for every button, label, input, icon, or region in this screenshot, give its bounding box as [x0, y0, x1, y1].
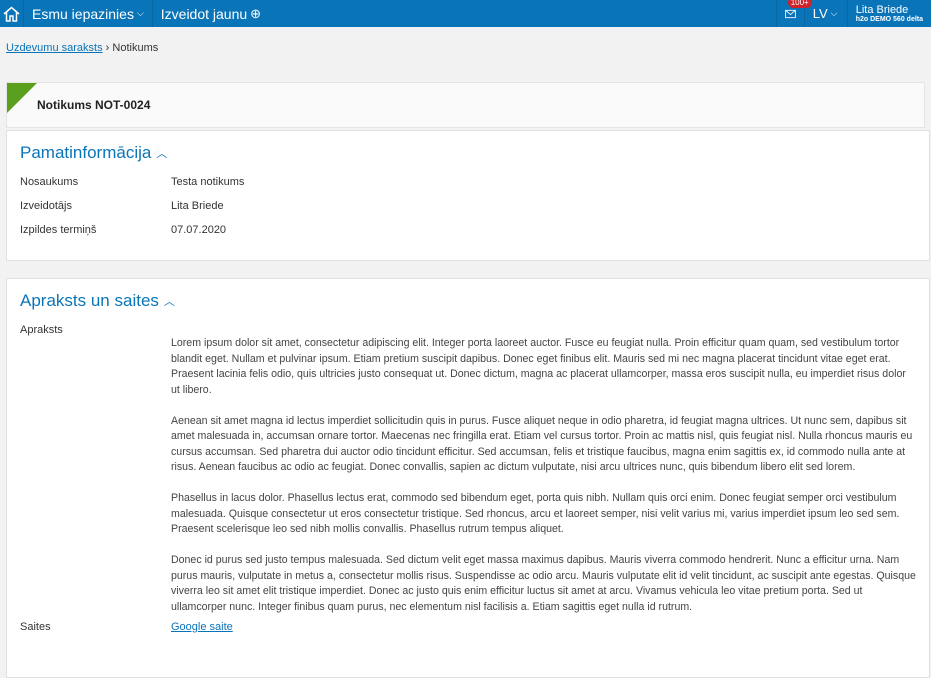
field-value: Testa notikums: [171, 176, 245, 188]
top-navigation-bar: Esmu iepazinies ⌵ Izveidot jaunu ⊕ 100+ LV…: [0, 0, 931, 27]
chevron-down-icon: ⌵: [830, 8, 838, 18]
language-label: LV: [812, 6, 828, 21]
field-value: Lita Briede: [171, 200, 224, 212]
organization-name: h2o DEMO 560 delta: [855, 16, 923, 23]
section-title: Pamatinformācija: [20, 143, 152, 162]
chevron-up-icon: ︿: [163, 296, 175, 308]
messages-button[interactable]: 100+: [775, 0, 812, 27]
field-row: Izpildes termiņš 07.07.2020: [20, 224, 916, 248]
home-button[interactable]: [0, 0, 24, 27]
acknowledged-menu-label: Esmu iepazinies: [32, 5, 134, 22]
create-new-label: Izveidot jaunu: [160, 5, 248, 22]
plus-circle-icon: ⊕: [250, 5, 262, 21]
basic-info-toggle[interactable]: Pamatinformācija ︿: [20, 143, 916, 163]
description-toggle[interactable]: Apraksts un saites ︿: [20, 291, 916, 311]
google-link[interactable]: Google saite: [171, 621, 233, 645]
description-paragraph: Donec id purus sed justo tempus malesuad…: [171, 554, 916, 613]
create-new-menu[interactable]: Izveidot jaunu ⊕: [153, 0, 269, 27]
breadcrumb-link-task-list[interactable]: Uzdevumu saraksts: [6, 42, 103, 54]
description-paragraph: Phasellus in lacus dolor. Phasellus lect…: [171, 492, 900, 535]
record-header: Notikums NOT-0024: [6, 82, 925, 128]
field-label: Izveidotājs: [20, 200, 72, 212]
breadcrumb-separator: ›: [105, 42, 110, 54]
field-label: Nosaukums: [20, 176, 79, 188]
page-title: Notikums NOT-0024: [37, 98, 151, 112]
home-icon: [3, 6, 20, 22]
field-row: Saites Google saite: [20, 621, 916, 645]
breadcrumb: Uzdevumu saraksts › Notikums: [0, 27, 931, 82]
chevron-up-icon: ︿: [156, 148, 168, 160]
field-row: Apraksts: [20, 324, 916, 336]
field-label: Apraksts: [20, 324, 63, 336]
field-value: 07.07.2020: [171, 224, 227, 236]
status-corner-marker: [7, 83, 37, 113]
user-name: Lita Briede: [855, 4, 909, 16]
mail-icon: [784, 9, 796, 18]
acknowledged-menu[interactable]: Esmu iepazinies ⌵: [24, 0, 153, 27]
field-row: Izveidotājs Lita Briede: [20, 200, 916, 224]
field-label: Saites: [20, 621, 51, 633]
breadcrumb-current: Notikums: [112, 42, 159, 54]
basic-info-panel: Pamatinformācija ︿ Nosaukums Testa notikum…: [6, 130, 930, 261]
description-paragraph: Aenean sit amet magna id lectus imperdie…: [171, 414, 913, 474]
chevron-down-icon: ⌵: [136, 8, 144, 18]
section-title: Apraksts un saites: [20, 291, 159, 310]
mail-count-badge: 100+: [787, 0, 812, 8]
description-panel: Apraksts un saites ︿ Apraksts Lorem ipsum…: [6, 278, 930, 678]
field-row: Nosaukums Testa notikums: [20, 176, 916, 200]
field-label: Izpildes termiņš: [20, 224, 97, 236]
user-menu[interactable]: Lita Briede h2o DEMO 560 delta: [846, 0, 931, 27]
description-text: Lorem ipsum dolor sit amet, consectetur …: [20, 336, 916, 615]
description-paragraph: Lorem ipsum dolor sit amet, consectetur …: [171, 337, 906, 396]
